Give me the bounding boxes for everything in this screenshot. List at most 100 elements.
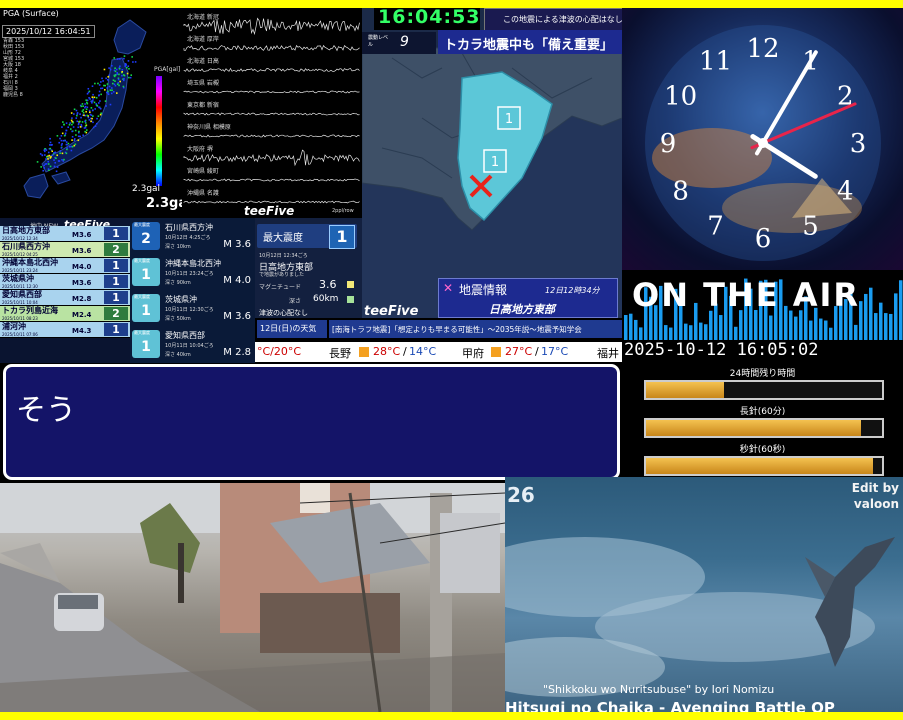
quake-intensity-badge: 2 [104, 243, 128, 256]
headline-box: トカラ地震中も「備え重要」 [438, 30, 622, 54]
depth-value: 60km [313, 294, 339, 304]
waveform-panel: 北海道 新冠 北海道 厚岸 北海道 日高 埼玉県 岩槻 東京都 新宿 神奈川県 相模原 大阪… [182, 8, 362, 218]
quake-magnitude: M3.6 [72, 247, 92, 255]
max-intensity-label: 最大震度 [263, 233, 303, 244]
visualizer-bar [789, 310, 793, 340]
pga-station-dot [96, 117, 98, 120]
pga-station-dot [84, 105, 87, 108]
pga-station-dot [40, 166, 42, 168]
visualizer-bar [894, 293, 898, 340]
quake-list-row[interactable]: 日高地方東部 2025/10/12 12:34 M3.6 1 [0, 226, 130, 242]
pga-station-dot [41, 154, 44, 157]
pga-station-dot [115, 68, 118, 71]
waveform-station-label: 埼玉県 岩槻 [187, 80, 219, 87]
pga-station-dot [73, 113, 75, 115]
pga-station-dot [129, 76, 132, 79]
map-marker-1: 1 [504, 112, 514, 127]
pga-station-dot [71, 139, 73, 141]
pga-station-dot [75, 117, 78, 119]
pga-station-dot [118, 73, 120, 76]
quake-list-row[interactable]: 浦河沖 2025/10/11 07:06 M4.3 1 [0, 322, 130, 338]
pga-station-dot [109, 103, 112, 106]
quake-detail-row[interactable]: 2 最大震度 石川県西方沖 10月12日 4:25ごろ 深さ 10km M 3.6 [130, 218, 255, 254]
depth-swatch [347, 296, 354, 303]
quake-list-row[interactable]: 沖縄本島北西沖 2025/10/11 23:24 M4.0 1 [0, 258, 130, 274]
visualizer-bar [739, 310, 743, 340]
ticker-label-box: 12日(日)の天気 [257, 320, 327, 338]
pga-station-dot [68, 145, 71, 148]
pga-current-gal: 2.3gal [146, 196, 182, 211]
detail-depth: 深さ 50km [165, 316, 191, 322]
ticker-label: 12日(日)の天気 [260, 324, 317, 333]
quake-list-row[interactable]: 愛知県西部 2025/10/11 10:04 M2.8 1 [0, 290, 130, 306]
quake-info-region: 日高地方東部 [489, 303, 555, 316]
pga-station-dot [61, 152, 64, 155]
pga-station-dot [75, 134, 77, 136]
pga-station-dot [91, 85, 94, 88]
pga-station-dot [112, 91, 115, 93]
pga-station-dot [49, 137, 51, 140]
pga-station-dot [79, 135, 82, 138]
pga-station-dot [84, 125, 87, 127]
pga-station-dot [109, 68, 112, 71]
pga-station-dot [84, 130, 86, 133]
quake-magnitude: M3.6 [72, 279, 92, 287]
pga-station-dot [90, 120, 92, 123]
pga-station-dot [74, 129, 77, 132]
pga-station-dot [82, 109, 85, 111]
weather-hi-2: 27°C [505, 345, 533, 358]
pga-station-dot [58, 141, 60, 144]
pga-station-dot [98, 84, 101, 86]
detail-magnitude: M 2.8 [223, 347, 251, 358]
pga-station-dot [86, 99, 89, 102]
pga-station-dot [49, 157, 52, 159]
pga-station-dot [70, 119, 73, 122]
anime-title: Hitsugi no Chaika - Avenging Battle OP [505, 699, 835, 712]
pga-station-dot [111, 82, 114, 85]
pga-station-dot [45, 156, 48, 158]
pga-station-dot [104, 89, 106, 91]
regional-map-panel: 1 1 16:04:53 この地震による津波の心配はなし 震動レベル 9 トカラ… [362, 8, 622, 318]
pga-station-dot [81, 103, 84, 105]
pga-station-dot [97, 115, 100, 117]
quake-detail-panel: 2 最大震度 石川県西方沖 10月12日 4:25ごろ 深さ 10km M 3.6 1 最大震… [130, 218, 255, 363]
pga-station-dot [111, 89, 113, 92]
visualizer-bar [624, 315, 628, 340]
quake-magnitude: M3.6 [72, 231, 92, 239]
quake-list-panel: 地中 NEW teeFive 日高地方東部2025/10/12 12:34 M3.… [0, 218, 130, 363]
visualizer-bar [664, 325, 668, 340]
clock-number: 3 [850, 129, 867, 159]
pga-station-dot [121, 68, 124, 71]
pga-station-dot [112, 79, 115, 82]
headline-text: トカラ地震中も「備え重要」 [444, 38, 614, 53]
max-intensity-value: 1 [329, 225, 355, 249]
pga-station-dot [92, 121, 94, 124]
detail-depth: 深さ 10km [165, 244, 191, 250]
pga-station-dot [117, 78, 120, 81]
pga-station-dot [45, 158, 47, 160]
progress-bar-fill [646, 458, 873, 474]
pga-station-dot [116, 83, 119, 85]
quake-region: 石川県西方沖 [2, 242, 50, 251]
pga-station-dot [82, 111, 85, 114]
clock-number: 12 [746, 34, 779, 64]
detail-time: 10月11日 10:04ごろ [165, 343, 214, 349]
pga-station-dot [36, 161, 39, 163]
pga-station-dot [121, 74, 123, 77]
quake-list-row[interactable]: トカラ列島近海 2025/10/11 08:23 M2.4 2 [0, 306, 130, 322]
pga-station-dot [92, 126, 95, 129]
quake-detail-row[interactable]: 1 最大震度 愛知県西部 10月11日 10:04ごろ 深さ 40km M 2.8 [130, 326, 255, 362]
pga-station-dot [66, 143, 68, 146]
visualizer-bar [634, 319, 638, 340]
pga-station-dot [70, 145, 72, 148]
pga-station-dot [72, 126, 75, 128]
pga-station-dot [50, 144, 53, 146]
pga-station-dot [69, 122, 71, 124]
quake-detail-row[interactable]: 1 最大震度 沖縄本島北西沖 10月11日 23:24ごろ 深さ 90km M 4.0 [130, 254, 255, 290]
quake-detail-row[interactable]: 1 最大震度 茨城県沖 10月11日 12:30ごろ 深さ 50km M 3.6 [130, 290, 255, 326]
quake-list-row[interactable]: 石川県西方沖 2025/10/12 04:25 M3.6 2 [0, 242, 130, 258]
pga-station-dot [100, 112, 102, 115]
quake-list-row[interactable]: 茨城県沖 2025/10/11 12:30 M3.6 1 [0, 274, 130, 290]
pga-station-dot [90, 100, 92, 103]
pga-station-dot [97, 102, 100, 104]
